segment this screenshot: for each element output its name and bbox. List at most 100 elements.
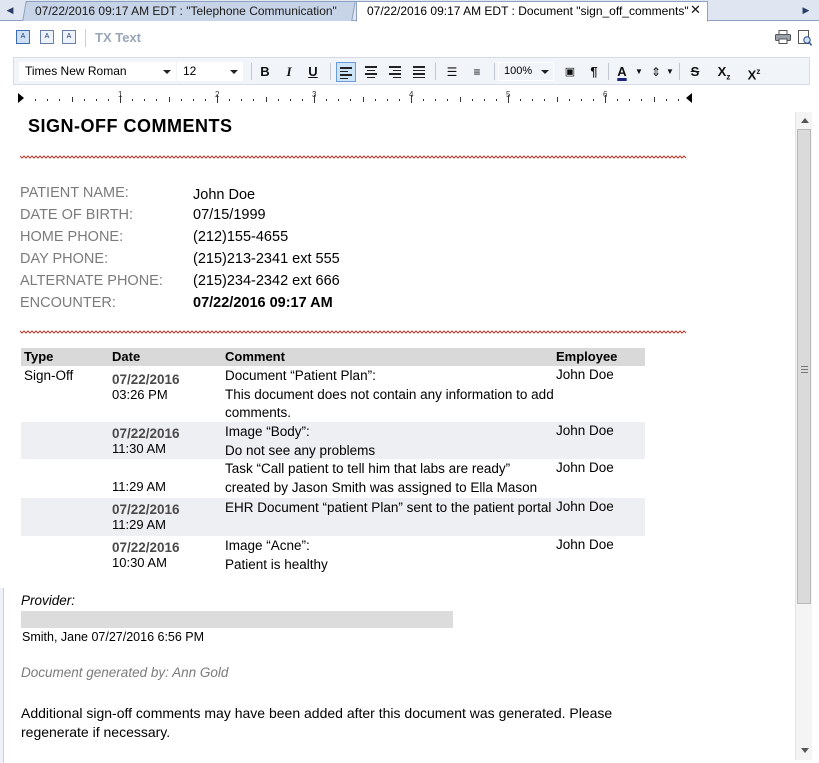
row-employee: John Doe — [556, 460, 614, 475]
provider-signature: Smith, Jane 07/27/2016 6:56 PM — [22, 630, 205, 644]
tab-sign-off-comments[interactable]: 07/22/2016 09:17 AM EDT : Document "sign… — [356, 1, 708, 22]
ruler-tick — [265, 97, 267, 102]
row-date-cell: 07/22/2016 03:26 PM — [112, 372, 180, 402]
ruler-tick — [59, 99, 61, 101]
day-phone-value: (215)213-2341 ext 555 — [193, 251, 340, 267]
page-view-icon[interactable]: A — [16, 30, 30, 44]
row-employee: John Doe — [556, 423, 614, 438]
row-comment: Image “Body”: Do not see any problems — [225, 424, 376, 458]
italic-button[interactable]: I — [279, 62, 299, 82]
tab-label: 07/22/2016 09:17 AM EDT : "Telephone Com… — [35, 4, 337, 18]
align-center-button[interactable] — [361, 62, 381, 82]
toolbar-divider — [608, 63, 609, 80]
bold-button[interactable]: B — [255, 62, 275, 82]
font-size-select[interactable]: 12 — [177, 62, 243, 81]
left-panel-edge — [0, 588, 4, 763]
row-time: 11:29 AM — [112, 517, 166, 532]
document-tabstrip: ◀ 07/22/2016 09:17 AM EDT : "Telephone C… — [0, 0, 819, 22]
ruler-tick — [253, 99, 255, 101]
row-date-cell: 07/22/2016 11:29 AM — [112, 502, 180, 532]
draft-view-icon[interactable]: A — [40, 30, 54, 44]
generated-by-text: Document generated by: Ann Gold — [21, 665, 229, 680]
ruler-number: 6 — [603, 90, 608, 99]
tx-text-label: TX Text — [95, 30, 141, 45]
row-time: 11:29 AM — [112, 479, 166, 494]
close-tab-icon[interactable]: ✕ — [690, 2, 701, 18]
row-date: 07/22/2016 — [112, 426, 180, 441]
tab-telephone-communication[interactable]: 07/22/2016 09:17 AM EDT : "Telephone Com… — [22, 1, 356, 21]
underline-button[interactable]: U — [303, 62, 323, 82]
justify-button[interactable] — [409, 62, 429, 82]
provider-signature-bar — [21, 611, 453, 628]
ruler-tick — [580, 99, 582, 101]
ruler-tick — [447, 99, 449, 101]
superscript-button[interactable]: Xz — [744, 62, 764, 82]
align-left-button[interactable] — [336, 62, 356, 82]
subscript-mark: z — [726, 72, 731, 82]
alternate-phone-label: ALTERNATE PHONE: — [20, 273, 163, 289]
ruler-tick — [107, 99, 109, 101]
alternate-phone-value: (215)234-2342 ext 666 — [193, 273, 340, 289]
print-icon[interactable] — [775, 30, 791, 44]
superscript-mark: z — [756, 67, 761, 76]
toolbar-divider — [435, 63, 436, 80]
zoom-value: 100% — [504, 65, 533, 77]
ruler-tick — [289, 99, 291, 101]
row-date-cell: 11:29 AM — [112, 479, 166, 494]
ruler-tick — [144, 99, 146, 101]
zoom-select[interactable]: 100% — [498, 62, 554, 81]
tab-scroll-right-button[interactable]: ▶ — [800, 3, 812, 17]
provider-label: Provider: — [21, 593, 76, 608]
vertical-scrollbar[interactable] — [795, 112, 812, 760]
web-view-icon[interactable]: A — [62, 30, 76, 44]
scroll-down-icon[interactable] — [801, 748, 809, 753]
row-time: 11:30 AM — [112, 441, 166, 456]
ruler-tick — [168, 97, 170, 102]
wavy-divider — [20, 330, 687, 334]
ruler-tick — [338, 99, 340, 101]
ruler-tick — [192, 99, 194, 101]
ruler-tick — [301, 99, 303, 101]
wavy-divider — [20, 155, 687, 159]
bullet-list-button[interactable]: ≡ — [467, 62, 487, 82]
toolbar-divider — [85, 29, 86, 47]
ruler-tick — [653, 97, 655, 102]
chevron-down-icon[interactable]: ▼ — [660, 62, 680, 82]
ruler-tick — [374, 99, 376, 101]
strikethrough-button[interactable]: S — [685, 62, 705, 82]
left-indent-marker[interactable] — [18, 93, 24, 103]
page-frame-icon[interactable]: ▣ — [560, 62, 580, 82]
ruler-tick — [665, 99, 667, 101]
ruler-tick — [423, 99, 425, 101]
tab-scroll-left-button[interactable]: ◀ — [4, 3, 16, 17]
align-left-icon — [340, 67, 352, 79]
ruler-tick — [83, 99, 85, 101]
row-employee: John Doe — [556, 367, 614, 382]
align-right-button[interactable] — [385, 62, 405, 82]
row-comment: Task “Call patient to tell him that labs… — [225, 461, 538, 495]
sign-off-table: Type Date Comment Employee Sign-Off 07/2… — [21, 348, 645, 574]
ruler-tick — [592, 99, 594, 101]
numbered-list-button[interactable]: ☰ — [442, 62, 462, 82]
ruler-number: 2 — [215, 90, 220, 99]
subscript-button[interactable]: Xz — [714, 62, 734, 82]
scroll-up-icon[interactable] — [801, 118, 809, 123]
encounter-label: ENCOUNTER: — [20, 295, 116, 311]
document-page[interactable]: SIGN-OFF COMMENTS PATIENT NAME: John Doe… — [0, 112, 795, 763]
font-size-value: 12 — [183, 64, 197, 78]
ruler-tick — [617, 99, 619, 101]
print-preview-icon[interactable] — [798, 30, 812, 46]
ruler-tick — [277, 99, 279, 101]
show-formatting-button[interactable]: ¶ — [584, 62, 604, 82]
table-header: Type Date Comment Employee — [21, 348, 645, 366]
row-date: 07/22/2016 — [112, 372, 180, 387]
horizontal-ruler[interactable]: 1 2 3 4 5 6 — [18, 90, 692, 108]
row-time: 10:30 AM — [112, 555, 167, 570]
scrollbar-thumb[interactable] — [797, 129, 811, 604]
ruler-tick — [180, 99, 182, 101]
ruler-tick — [132, 99, 134, 101]
right-indent-marker[interactable] — [686, 93, 692, 103]
ruler-tick — [641, 99, 643, 101]
font-family-select[interactable]: Times New Roman — [19, 62, 176, 81]
ruler-tick — [241, 99, 243, 101]
